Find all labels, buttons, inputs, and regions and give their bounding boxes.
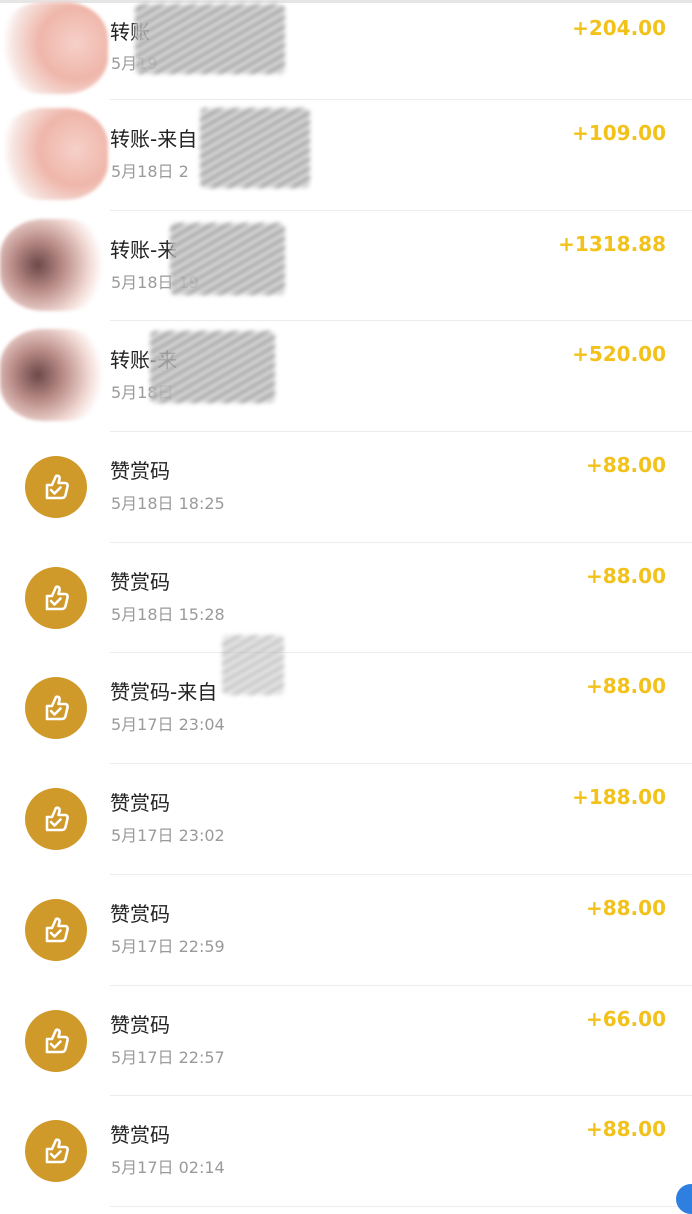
transaction-time: 5月18日 18:25 <box>111 494 225 514</box>
thumbs-up-icon <box>25 677 87 740</box>
transaction-amount: +88.00 <box>585 895 666 920</box>
redaction-scribble <box>222 635 284 696</box>
transaction-time: 5月17日 23:04 <box>111 715 225 735</box>
transaction-row[interactable]: 赞赏码-来自 5月17日 23:04 +88.00 <box>0 635 692 764</box>
transaction-time: 5月17日 22:59 <box>111 936 225 956</box>
transaction-list: 转账 5月19 +204.00 转账-来自 5月18日 2 +109.00 转账… <box>0 0 692 1207</box>
transaction-time: 5月18日 2 <box>111 162 189 181</box>
transaction-amount: +88.00 <box>585 1117 666 1142</box>
transaction-title: 赞赏码 <box>110 459 170 484</box>
thumbs-up-icon <box>25 1120 87 1183</box>
avatar <box>0 329 108 422</box>
transaction-amount: +109.00 <box>572 121 666 145</box>
avatar <box>0 2 108 94</box>
transaction-time: 5月17日 22:57 <box>111 1047 225 1067</box>
transaction-title: 转账-来自 <box>110 127 198 151</box>
thumbs-up-icon <box>25 566 87 629</box>
transaction-amount: +66.00 <box>585 1006 666 1031</box>
transaction-row[interactable]: 赞赏码 5月17日 23:02 +188.00 <box>0 764 692 875</box>
thumbs-up-icon <box>25 456 87 519</box>
transaction-amount: +204.00 <box>572 16 666 40</box>
redaction-scribble <box>200 108 310 188</box>
transaction-row[interactable]: 转账-来自 5月18日 2 +109.00 <box>0 100 692 211</box>
redaction-scribble <box>135 4 285 74</box>
transaction-title: 赞赏码 <box>110 1123 170 1148</box>
transaction-row[interactable]: 赞赏码 5月18日 18:25 +88.00 <box>0 432 692 543</box>
transaction-amount: +1318.88 <box>558 231 666 256</box>
avatar <box>0 218 108 311</box>
transaction-row[interactable]: 转账-来 5月18日 +520.00 <box>0 321 692 432</box>
transaction-amount: +520.00 <box>572 342 666 367</box>
transaction-title: 赞赏码 <box>110 569 170 594</box>
transaction-row[interactable]: 赞赏码 5月17日 22:59 +88.00 <box>0 875 692 986</box>
transaction-amount: +188.00 <box>572 785 666 810</box>
transaction-time: 5月17日 02:14 <box>111 1158 225 1178</box>
redaction-scribble <box>150 331 275 404</box>
transaction-amount: +88.00 <box>585 563 666 588</box>
transaction-amount: +88.00 <box>585 674 666 699</box>
transaction-title: 赞赏码 <box>110 791 170 816</box>
transaction-amount: +88.00 <box>585 453 666 478</box>
transaction-row[interactable]: 赞赏码 5月17日 22:57 +66.00 <box>0 986 692 1097</box>
transaction-time: 5月17日 23:02 <box>111 826 225 846</box>
transaction-title: 赞赏码-来自 <box>110 680 218 705</box>
thumbs-up-icon <box>25 1009 87 1072</box>
transaction-title: 赞赏码 <box>110 901 170 926</box>
transaction-row[interactable]: 转账-来 5月18日 19 +1318.88 <box>0 211 692 322</box>
transaction-title: 转账-来 <box>110 237 178 262</box>
transaction-row[interactable]: 赞赏码 5月17日 02:14 +88.00 <box>0 1096 692 1207</box>
redaction-scribble <box>170 222 285 295</box>
transaction-title: 赞赏码 <box>110 1012 170 1037</box>
transaction-row[interactable]: 赞赏码 5月18日 15:28 +88.00 <box>0 543 692 654</box>
transaction-row[interactable]: 转账 5月19 +204.00 <box>0 0 692 100</box>
transaction-time: 5月18日 15:28 <box>111 604 225 624</box>
avatar <box>0 108 108 200</box>
thumbs-up-icon <box>25 898 87 961</box>
thumbs-up-icon <box>25 788 87 851</box>
